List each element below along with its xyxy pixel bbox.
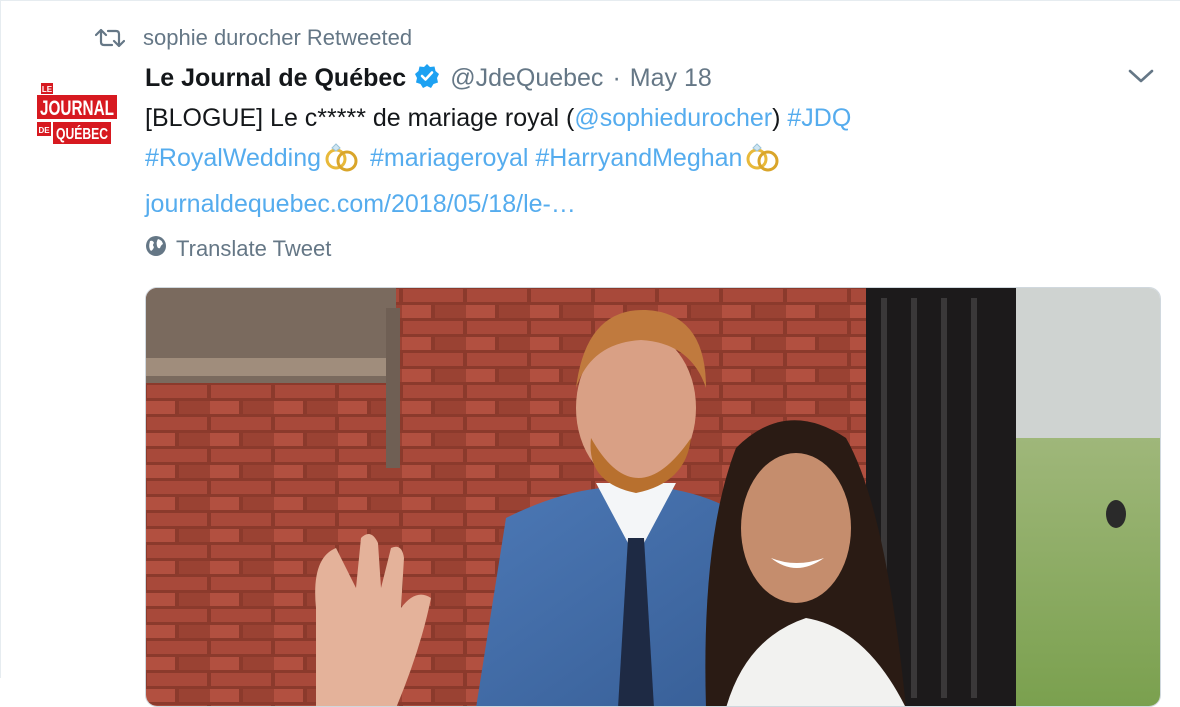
mention-link[interactable]: @sophiedurocher — [574, 104, 772, 132]
svg-text:JOURNAL: JOURNAL — [40, 97, 114, 120]
hashtag-royalwedding[interactable]: #RoyalWedding — [145, 144, 321, 172]
globe-icon — [145, 235, 167, 263]
svg-text:DE: DE — [38, 126, 50, 135]
tweet-menu-button[interactable] — [1128, 67, 1154, 90]
hashtag-harryandmeghan[interactable]: #HarryandMeghan — [535, 144, 742, 172]
header-separator: · — [612, 63, 621, 92]
avatar[interactable]: LE JOURNAL DE QUÉBEC — [33, 77, 121, 149]
verified-badge-icon — [414, 63, 440, 94]
retweet-context-text[interactable]: sophie durocher Retweeted — [143, 25, 412, 51]
translate-tweet-button[interactable]: Translate Tweet — [145, 234, 331, 264]
svg-text:QUÉBEC: QUÉBEC — [56, 124, 108, 143]
tweet-card[interactable]: sophie durocher Retweeted LE JOURNAL DE … — [0, 0, 1180, 707]
tweet-text-line-1: [BLOGUE] Le c***** de mariage royal (@so… — [145, 98, 945, 138]
retweet-context: sophie durocher Retweeted — [95, 23, 412, 53]
tweet-text-line-3: journaldequebec.com/2018/05/18/le-… — [145, 184, 945, 224]
tweet-media-photo[interactable] — [145, 287, 1161, 707]
hashtag-jdq[interactable]: #JDQ — [787, 104, 851, 132]
chevron-down-icon — [1128, 69, 1154, 89]
retweet-icon — [95, 26, 125, 50]
author-fullname[interactable]: Le Journal de Québec — [145, 64, 406, 93]
tweet-text-prefix: [BLOGUE] Le c***** de mariage royal ( — [145, 104, 575, 132]
tweet-text: [BLOGUE] Le c***** de mariage royal (@so… — [145, 98, 945, 224]
author-handle[interactable]: @JdeQuebec — [450, 64, 603, 93]
tweet-header: Le Journal de Québec @JdeQuebec · May 18 — [145, 59, 712, 97]
hashtag-mariageroyal[interactable]: #mariageroyal — [370, 144, 528, 172]
translate-tweet-label: Translate Tweet — [176, 236, 332, 261]
svg-text:LE: LE — [42, 85, 53, 94]
tweet-text-close: ) — [772, 104, 781, 132]
rings-emoji-icon — [744, 142, 782, 184]
article-link[interactable]: journaldequebec.com/2018/05/18/le-… — [145, 190, 576, 218]
tweet-timestamp[interactable]: May 18 — [630, 64, 712, 93]
rings-emoji-icon — [323, 142, 361, 184]
tweet-text-line-2: #RoyalWedding #mariageroyal #HarryandMeg… — [145, 138, 945, 184]
